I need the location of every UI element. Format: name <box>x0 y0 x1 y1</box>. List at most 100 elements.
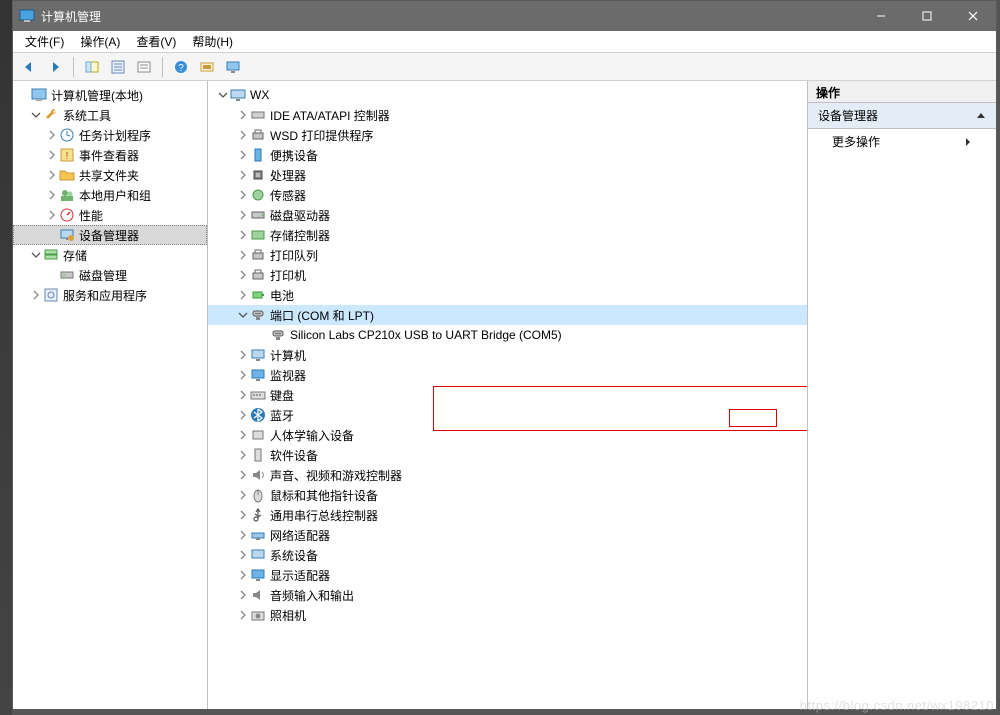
actions-section[interactable]: 设备管理器 <box>808 103 996 129</box>
chevron-right-icon[interactable] <box>236 368 250 382</box>
chevron-right-icon[interactable] <box>236 268 250 282</box>
expander-placeholder <box>45 268 59 282</box>
forward-button[interactable] <box>43 55 67 79</box>
chevron-right-icon[interactable] <box>45 148 59 162</box>
chevron-right-icon[interactable] <box>236 488 250 502</box>
tree-performance[interactable]: 性能 <box>13 205 207 225</box>
tree-event-viewer[interactable]: ! 事件查看器 <box>13 145 207 165</box>
device-sensors[interactable]: 传感器 <box>208 185 807 205</box>
device-root[interactable]: WX <box>208 85 807 105</box>
properties-button[interactable] <box>106 55 130 79</box>
device-com5[interactable]: Silicon Labs CP210x USB to UART Bridge (… <box>208 325 807 345</box>
chevron-right-icon[interactable] <box>236 128 250 142</box>
chevron-right-icon[interactable] <box>45 208 59 222</box>
device-print-queues[interactable]: 打印队列 <box>208 245 807 265</box>
device-bluetooth[interactable]: 蓝牙 <box>208 405 807 425</box>
chevron-right-icon[interactable] <box>45 188 59 202</box>
device-printers[interactable]: 打印机 <box>208 265 807 285</box>
close-button[interactable] <box>950 1 996 31</box>
device-storage-ctrl[interactable]: 存储控制器 <box>208 225 807 245</box>
chevron-right-icon[interactable] <box>236 548 250 562</box>
expander-icon[interactable] <box>17 88 31 102</box>
device-system-devices[interactable]: 系统设备 <box>208 545 807 565</box>
more-actions-item[interactable]: 更多操作 <box>808 129 996 154</box>
menu-help[interactable]: 帮助(H) <box>184 31 241 52</box>
tree-root[interactable]: 计算机管理(本地) <box>13 85 207 105</box>
chevron-right-icon[interactable] <box>29 288 43 302</box>
tree-storage[interactable]: 存储 <box>13 245 207 265</box>
minimize-button[interactable] <box>858 1 904 31</box>
device-ports[interactable]: 端口 (COM 和 LPT) <box>208 305 807 325</box>
device-mice[interactable]: 鼠标和其他指针设备 <box>208 485 807 505</box>
device-label: 系统设备 <box>270 547 318 564</box>
device-network[interactable]: 网络适配器 <box>208 525 807 545</box>
maximize-button[interactable] <box>904 1 950 31</box>
back-button[interactable] <box>17 55 41 79</box>
device-disk-drives[interactable]: 磁盘驱动器 <box>208 205 807 225</box>
chevron-right-icon[interactable] <box>236 168 250 182</box>
more-actions-label: 更多操作 <box>832 133 880 150</box>
titlebar[interactable]: 计算机管理 <box>13 1 996 31</box>
chevron-right-icon[interactable] <box>236 348 250 362</box>
chevron-right-icon[interactable] <box>236 448 250 462</box>
device-wsd[interactable]: WSD 打印提供程序 <box>208 125 807 145</box>
list-button[interactable] <box>132 55 156 79</box>
device-computer[interactable]: 计算机 <box>208 345 807 365</box>
device-display[interactable]: 显示适配器 <box>208 565 807 585</box>
device-audio-io[interactable]: 音频输入和输出 <box>208 585 807 605</box>
show-hide-tree-button[interactable] <box>80 55 104 79</box>
chevron-down-icon[interactable] <box>29 248 43 262</box>
chevron-right-icon[interactable] <box>236 528 250 542</box>
device-software[interactable]: 软件设备 <box>208 445 807 465</box>
device-hid[interactable]: 人体学输入设备 <box>208 425 807 445</box>
chevron-right-icon[interactable] <box>236 248 250 262</box>
device-cpu[interactable]: 处理器 <box>208 165 807 185</box>
menu-view[interactable]: 查看(V) <box>128 31 184 52</box>
device-tree[interactable]: WX IDE ATA/ATAPI 控制器 WSD 打印提供程序 便携设备 <box>208 81 808 709</box>
chevron-right-icon[interactable] <box>236 208 250 222</box>
tree-services[interactable]: 服务和应用程序 <box>13 285 207 305</box>
device-cameras[interactable]: 照相机 <box>208 605 807 625</box>
chevron-right-icon[interactable] <box>236 568 250 582</box>
chevron-down-icon[interactable] <box>216 88 230 102</box>
device-monitors[interactable]: 监视器 <box>208 365 807 385</box>
device-ide[interactable]: IDE ATA/ATAPI 控制器 <box>208 105 807 125</box>
menu-action[interactable]: 操作(A) <box>72 31 128 52</box>
device-portable[interactable]: 便携设备 <box>208 145 807 165</box>
chevron-right-icon[interactable] <box>236 428 250 442</box>
chevron-right-icon[interactable] <box>236 408 250 422</box>
help-button[interactable]: ? <box>169 55 193 79</box>
chevron-right-icon[interactable] <box>236 508 250 522</box>
chevron-right-icon[interactable] <box>45 128 59 142</box>
tree-device-manager[interactable]: 设备管理器 <box>13 225 207 245</box>
monitor-button[interactable] <box>221 55 245 79</box>
chevron-right-icon[interactable] <box>236 388 250 402</box>
chevron-right-icon[interactable] <box>236 188 250 202</box>
tree-task-scheduler[interactable]: 任务计划程序 <box>13 125 207 145</box>
tree-disk-management[interactable]: 磁盘管理 <box>13 265 207 285</box>
menu-file[interactable]: 文件(F) <box>17 31 72 52</box>
tree-system-tools[interactable]: 系统工具 <box>13 105 207 125</box>
chevron-right-icon[interactable] <box>236 288 250 302</box>
network-icon <box>250 527 266 543</box>
scan-button[interactable] <box>195 55 219 79</box>
gpu-icon <box>250 567 266 583</box>
collapse-arrow-icon[interactable] <box>976 111 986 121</box>
tree-label: 共享文件夹 <box>79 167 139 184</box>
device-keyboards[interactable]: 键盘 <box>208 385 807 405</box>
device-usb-serial[interactable]: 通用串行总线控制器 <box>208 505 807 525</box>
console-tree[interactable]: 计算机管理(本地) 系统工具 任务计划程序 <box>13 81 208 709</box>
chevron-right-icon[interactable] <box>236 588 250 602</box>
tree-shared-folders[interactable]: 共享文件夹 <box>13 165 207 185</box>
chevron-down-icon[interactable] <box>236 308 250 322</box>
chevron-right-icon[interactable] <box>236 608 250 622</box>
chevron-right-icon[interactable] <box>236 228 250 242</box>
chevron-right-icon[interactable] <box>45 168 59 182</box>
chevron-down-icon[interactable] <box>29 108 43 122</box>
tree-local-users[interactable]: 本地用户和组 <box>13 185 207 205</box>
device-battery[interactable]: 电池 <box>208 285 807 305</box>
device-sound[interactable]: 声音、视频和游戏控制器 <box>208 465 807 485</box>
chevron-right-icon[interactable] <box>236 108 250 122</box>
chevron-right-icon[interactable] <box>236 468 250 482</box>
chevron-right-icon[interactable] <box>236 148 250 162</box>
